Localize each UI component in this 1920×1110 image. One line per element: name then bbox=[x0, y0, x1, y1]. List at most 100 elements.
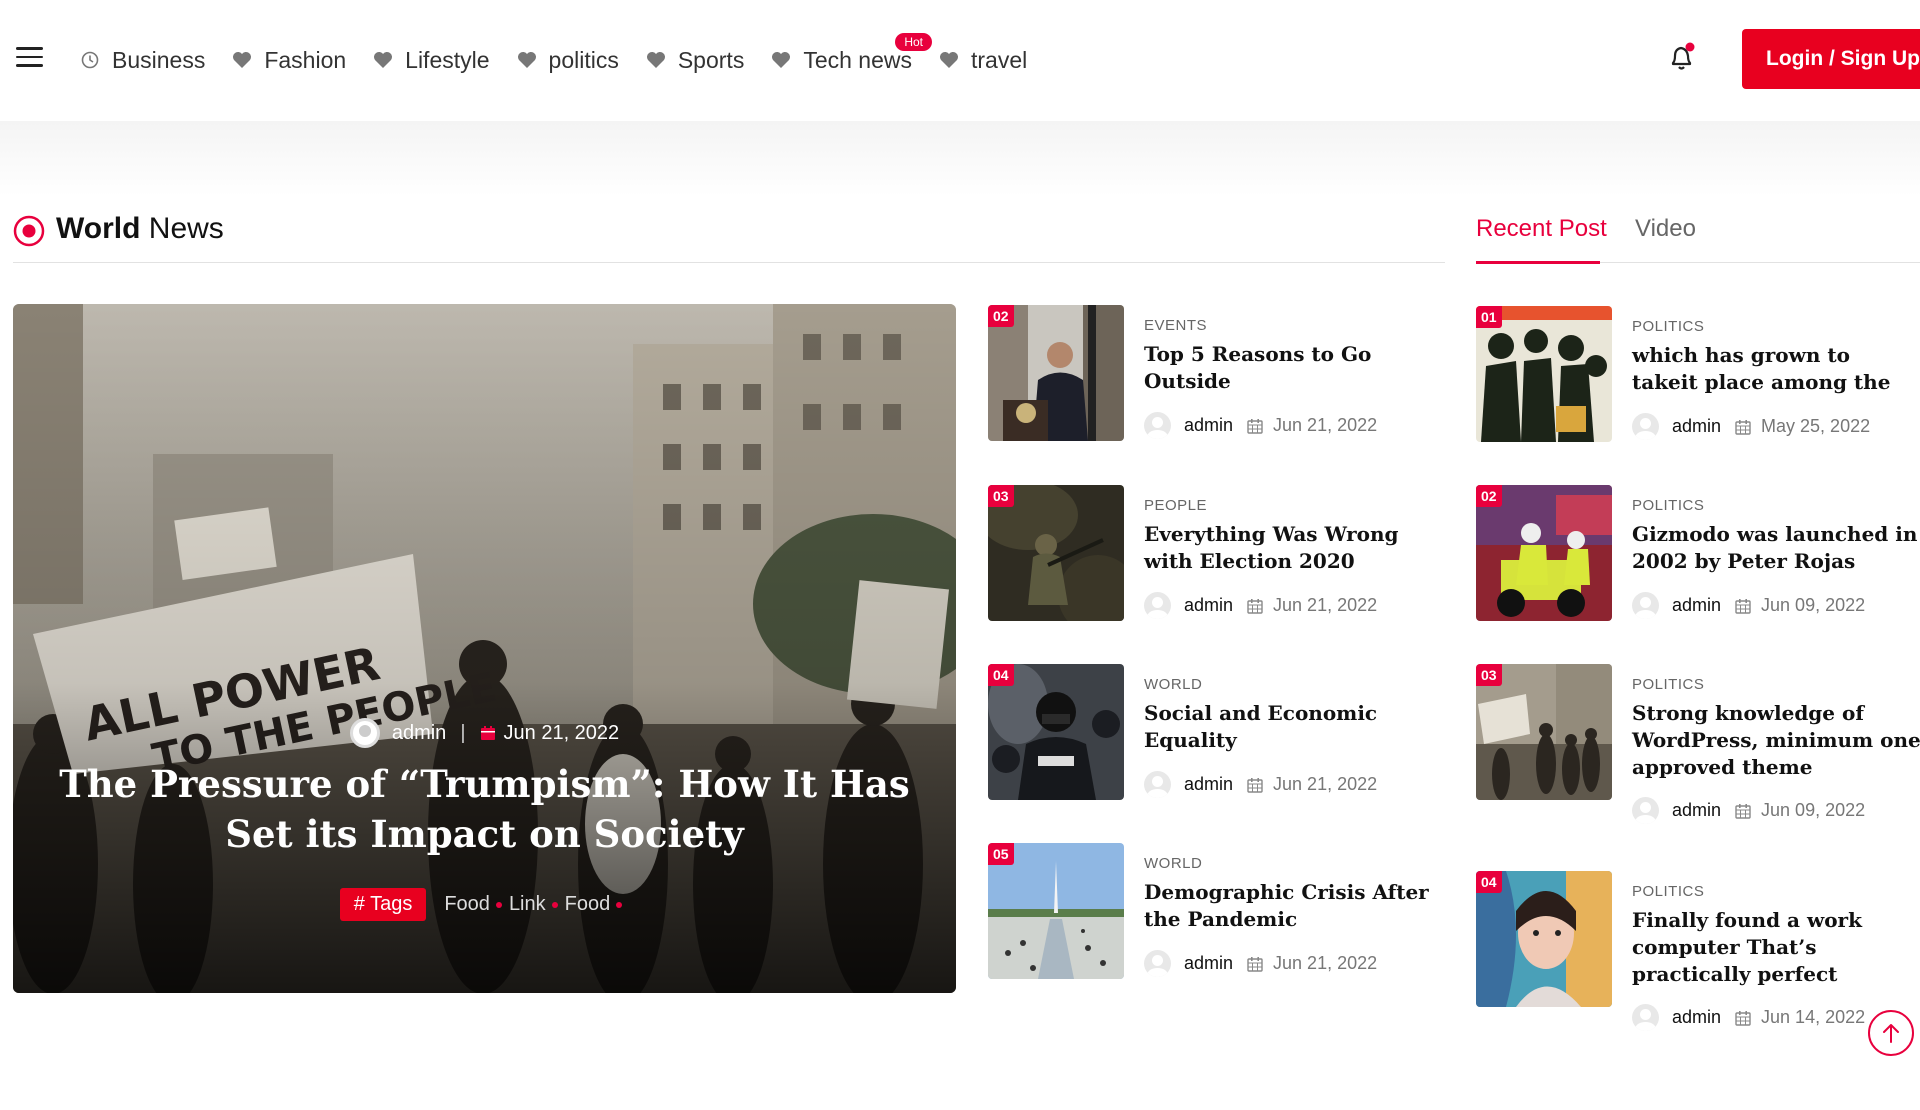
rank-badge: 02 bbox=[1476, 485, 1502, 507]
article-author[interactable]: admin bbox=[1672, 416, 1721, 437]
calendar-icon bbox=[1247, 956, 1263, 972]
list-item[interactable]: 03 POLITICS Strong knowledge of WordPres… bbox=[1476, 664, 1920, 824]
nav-label: Sports bbox=[677, 46, 745, 73]
nav-item-fashion[interactable]: Fashion bbox=[232, 47, 346, 74]
hero-meta: admin | Jun 21, 2022 bbox=[13, 718, 956, 748]
article-category[interactable]: WORLD bbox=[1144, 855, 1202, 872]
rank-badge: 03 bbox=[1476, 664, 1502, 686]
tag-link[interactable]: Link bbox=[509, 893, 558, 916]
article-author[interactable]: admin bbox=[1184, 595, 1233, 616]
article-title[interactable]: Social and Economic Equality bbox=[1144, 700, 1434, 754]
nav-item-travel[interactable]: travel bbox=[939, 47, 1027, 74]
nav-label: politics bbox=[548, 46, 619, 73]
nav-item-politics[interactable]: politics bbox=[517, 47, 619, 74]
hero-author[interactable]: admin bbox=[392, 722, 446, 745]
list-item[interactable]: 04 WORLD Social and Economic Equality ad… bbox=[988, 664, 1438, 804]
tab-video[interactable]: Video bbox=[1635, 215, 1696, 243]
avatar bbox=[1144, 950, 1171, 977]
login-signup-button[interactable]: Login / Sign Up bbox=[1742, 29, 1920, 89]
hot-badge: Hot bbox=[895, 32, 932, 51]
active-tab-indicator bbox=[1476, 261, 1600, 264]
article-author[interactable]: admin bbox=[1184, 774, 1233, 795]
tab-recent-post[interactable]: Recent Post bbox=[1476, 215, 1607, 243]
nav-label: Lifestyle bbox=[405, 46, 490, 73]
scroll-to-top-button[interactable] bbox=[1868, 1010, 1914, 1056]
article-author[interactable]: admin bbox=[1184, 953, 1233, 974]
section-title-rest: News bbox=[148, 212, 224, 245]
avatar bbox=[1144, 412, 1171, 439]
list-item[interactable]: 05 WORLD Demographic Crisis After the Pa… bbox=[988, 843, 1438, 983]
tags-badge[interactable]: # Tags bbox=[339, 888, 427, 921]
nav-label: Fashion bbox=[264, 46, 347, 73]
article-author[interactable]: admin bbox=[1672, 1007, 1721, 1028]
nav-item-business[interactable]: Business bbox=[80, 47, 205, 74]
article-date: Jun 14, 2022 bbox=[1761, 1007, 1866, 1027]
article-thumbnail[interactable]: 03 bbox=[1476, 664, 1612, 800]
calendar-icon bbox=[1247, 598, 1263, 614]
article-title[interactable]: Top 5 Reasons to Go Outside bbox=[1144, 341, 1434, 395]
article-category[interactable]: POLITICS bbox=[1632, 883, 1704, 900]
article-title[interactable]: which has grown to takeit place among th… bbox=[1632, 342, 1920, 396]
article-category[interactable]: POLITICS bbox=[1632, 497, 1704, 514]
nav-item-lifestyle[interactable]: Lifestyle bbox=[373, 46, 490, 74]
nav-label: Business bbox=[112, 46, 206, 73]
calendar-icon bbox=[480, 725, 496, 741]
list-item[interactable]: 02 POLITICS Gizmodo was launched in 2002… bbox=[1476, 485, 1920, 625]
list-item[interactable]: 02 EVENTS Top 5 Reasons to Go Outside ad… bbox=[988, 305, 1438, 445]
article-meta: admin Jun 21, 2022 bbox=[1144, 950, 1377, 977]
hero-date: Jun 21, 2022 bbox=[503, 721, 620, 744]
list-item[interactable]: 03 PEOPLE Everything Was Wrong with Elec… bbox=[988, 485, 1438, 625]
hero-title[interactable]: The Pressure of “Trumpism”: How It Has S… bbox=[53, 759, 916, 859]
article-thumbnail[interactable]: 02 bbox=[1476, 485, 1612, 621]
article-category[interactable]: POLITICS bbox=[1632, 676, 1704, 693]
article-author[interactable]: admin bbox=[1184, 415, 1233, 436]
avatar bbox=[1632, 1004, 1659, 1031]
article-thumbnail[interactable]: 04 bbox=[1476, 871, 1612, 1007]
article-category[interactable]: WORLD bbox=[1144, 676, 1202, 693]
article-meta: admin Jun 21, 2022 bbox=[1144, 771, 1377, 798]
list-item[interactable]: 01 POLITICS which has grown to takeit pl… bbox=[1476, 306, 1920, 446]
nav-label: Tech news bbox=[803, 46, 912, 73]
menu-icon[interactable] bbox=[16, 47, 43, 67]
arrow-up-icon bbox=[1883, 1024, 1899, 1043]
rank-badge: 04 bbox=[988, 664, 1014, 686]
article-date: Jun 21, 2022 bbox=[1273, 953, 1378, 973]
article-meta: admin Jun 14, 2022 bbox=[1632, 1004, 1865, 1031]
article-category[interactable]: POLITICS bbox=[1632, 318, 1704, 335]
tag-label: Food bbox=[444, 893, 490, 915]
hero-tags: # Tags Food Link Food bbox=[13, 888, 956, 921]
article-title[interactable]: Demographic Crisis After the Pandemic bbox=[1144, 879, 1434, 933]
calendar-icon bbox=[1735, 803, 1751, 819]
article-thumbnail[interactable]: 05 bbox=[988, 843, 1124, 979]
article-author[interactable]: admin bbox=[1672, 595, 1721, 616]
avatar bbox=[1632, 413, 1659, 440]
article-author[interactable]: admin bbox=[1672, 800, 1721, 821]
rank-badge: 03 bbox=[988, 485, 1014, 507]
rank-badge: 04 bbox=[1476, 871, 1502, 893]
article-title[interactable]: Finally found a work computer That’s pra… bbox=[1632, 907, 1920, 988]
list-item[interactable]: 04 POLITICS Finally found a work compute… bbox=[1476, 871, 1920, 1031]
article-title[interactable]: Strong knowledge of WordPress, minimum o… bbox=[1632, 700, 1920, 781]
tag-link[interactable]: Food bbox=[565, 893, 623, 916]
hero-article[interactable]: ALL POWER TO THE PEOPLE admin | Jun 21, … bbox=[13, 304, 956, 993]
article-title[interactable]: Gizmodo was launched in 2002 by Peter Ro… bbox=[1632, 521, 1920, 575]
calendar-icon bbox=[1735, 419, 1751, 435]
article-category[interactable]: PEOPLE bbox=[1144, 497, 1207, 514]
article-date: Jun 21, 2022 bbox=[1273, 595, 1378, 615]
article-thumbnail[interactable]: 01 bbox=[1476, 306, 1612, 442]
article-thumbnail[interactable]: 03 bbox=[988, 485, 1124, 621]
nav-item-tech-news[interactable]: Tech news Hot bbox=[771, 32, 932, 74]
article-category[interactable]: EVENTS bbox=[1144, 317, 1207, 334]
header-shadow bbox=[0, 121, 1920, 196]
nav-item-sports[interactable]: Sports bbox=[646, 47, 744, 74]
tag-link[interactable]: Food bbox=[444, 893, 502, 916]
article-meta: admin Jun 21, 2022 bbox=[1144, 412, 1377, 439]
rank-badge: 01 bbox=[1476, 306, 1502, 328]
site-header: Business Fashion Lifestyle politics Spor… bbox=[0, 0, 1920, 121]
article-thumbnail[interactable]: 04 bbox=[988, 664, 1124, 800]
article-title[interactable]: Everything Was Wrong with Election 2020 bbox=[1144, 521, 1434, 575]
calendar-icon bbox=[1247, 418, 1263, 434]
article-thumbnail[interactable]: 02 bbox=[988, 305, 1124, 441]
bell-icon[interactable] bbox=[1668, 42, 1696, 72]
main-nav: Business Fashion Lifestyle politics Spor… bbox=[80, 32, 1054, 80]
